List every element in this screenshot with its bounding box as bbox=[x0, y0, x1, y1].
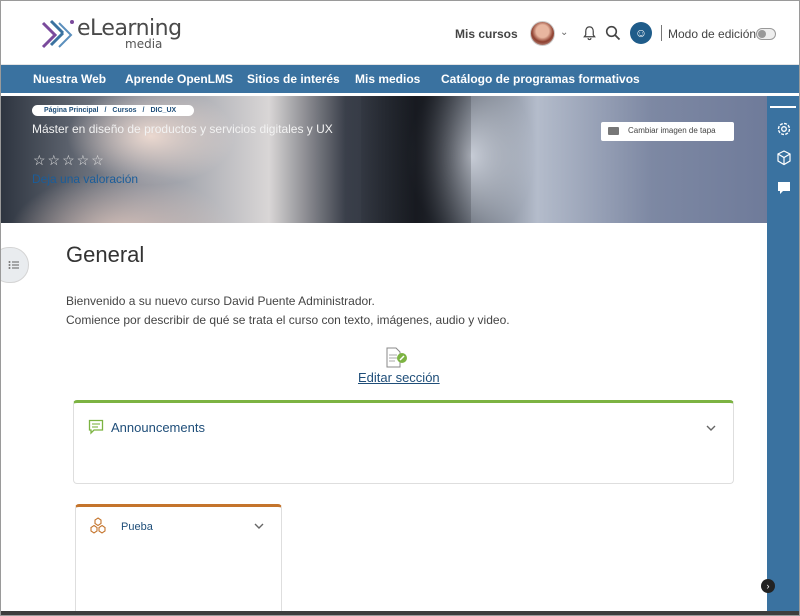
course-index-toggle[interactable] bbox=[1, 247, 29, 283]
primary-navigation: Nuestra Web Aprende OpenLMS Sitios de in… bbox=[1, 65, 799, 93]
leave-rating-link[interactable]: Deja una valoración bbox=[32, 172, 138, 186]
breadcrumb-item-home[interactable]: Página Principal bbox=[44, 107, 98, 114]
cube-icon[interactable] bbox=[775, 149, 793, 167]
document-edit-icon[interactable] bbox=[385, 347, 409, 369]
gear-icon[interactable] bbox=[775, 120, 793, 138]
forum-icon bbox=[88, 419, 104, 435]
search-icon[interactable] bbox=[605, 25, 621, 41]
breadcrumb-item-current[interactable]: DIC_UX bbox=[151, 107, 177, 114]
accessibility-icon[interactable]: ☺ bbox=[630, 22, 652, 44]
h5p-icon bbox=[90, 517, 106, 534]
chevron-down-icon[interactable]: ⌄ bbox=[560, 27, 568, 38]
breadcrumb-separator: / bbox=[142, 107, 145, 114]
change-cover-button[interactable]: Cambiar imagen de tapa bbox=[601, 122, 734, 141]
welcome-line: Comience por describir de qué se trata e… bbox=[66, 313, 510, 327]
edit-section-link[interactable]: Editar sección bbox=[358, 370, 440, 385]
rating-stars[interactable]: ☆☆☆☆☆ bbox=[33, 152, 106, 169]
announcements-link[interactable]: Announcements bbox=[111, 420, 205, 435]
site-header: eLearning media Mis cursos ⌄ ☺ Modo de e… bbox=[1, 1, 799, 65]
nav-item-mis-medios[interactable]: Mis medios bbox=[355, 72, 420, 86]
chevron-down-icon[interactable]: ⌄ bbox=[332, 73, 340, 84]
nav-item-sitios-de-interes[interactable]: Sitios de interés bbox=[247, 72, 340, 86]
header-divider bbox=[661, 25, 662, 41]
nav-item-nuestra-web[interactable]: Nuestra Web bbox=[33, 72, 106, 86]
announcements-activity-card[interactable]: Announcements bbox=[73, 400, 734, 484]
avatar[interactable] bbox=[530, 21, 555, 46]
breadcrumb: Página Principal / Cursos / DIC_UX bbox=[32, 105, 195, 116]
chevron-right-icon[interactable]: › bbox=[761, 579, 775, 593]
camera-icon bbox=[608, 127, 619, 135]
breadcrumb-separator: / bbox=[104, 107, 107, 114]
right-block-rail bbox=[767, 96, 799, 615]
change-cover-label: Cambiar imagen de tapa bbox=[628, 126, 716, 135]
edit-mode-label: Modo de edición bbox=[668, 27, 757, 41]
rail-active-indicator bbox=[770, 106, 796, 108]
pueba-link[interactable]: Pueba bbox=[121, 521, 153, 533]
edit-mode-toggle[interactable] bbox=[756, 28, 776, 40]
course-title: Máster en diseño de productos y servicio… bbox=[32, 122, 333, 136]
chevron-down-icon[interactable] bbox=[705, 422, 717, 434]
window-bottom-edge bbox=[1, 611, 799, 615]
chevron-down-icon[interactable] bbox=[253, 520, 265, 532]
breadcrumb-item-courses[interactable]: Cursos bbox=[112, 107, 136, 114]
pueba-activity-card[interactable]: Pueba bbox=[75, 504, 282, 615]
list-icon bbox=[8, 261, 19, 269]
section-summary: Bienvenido a su nuevo curso David Puente… bbox=[66, 292, 510, 330]
banner-image-shade bbox=[361, 96, 471, 223]
welcome-line: Bienvenido a su nuevo curso David Puente… bbox=[66, 294, 375, 308]
logo-subtext: media bbox=[125, 37, 163, 51]
nav-item-aprende-openlms[interactable]: Aprende OpenLMS bbox=[125, 72, 233, 86]
comment-icon[interactable] bbox=[775, 179, 793, 197]
nav-item-catalogo[interactable]: Catálogo de programas formativos bbox=[441, 72, 640, 86]
my-courses-link[interactable]: Mis cursos bbox=[455, 27, 518, 41]
bell-icon[interactable] bbox=[582, 25, 597, 41]
section-title: General bbox=[66, 242, 145, 267]
browser-frame: eLearning media Mis cursos ⌄ ☺ Modo de e… bbox=[0, 0, 800, 616]
